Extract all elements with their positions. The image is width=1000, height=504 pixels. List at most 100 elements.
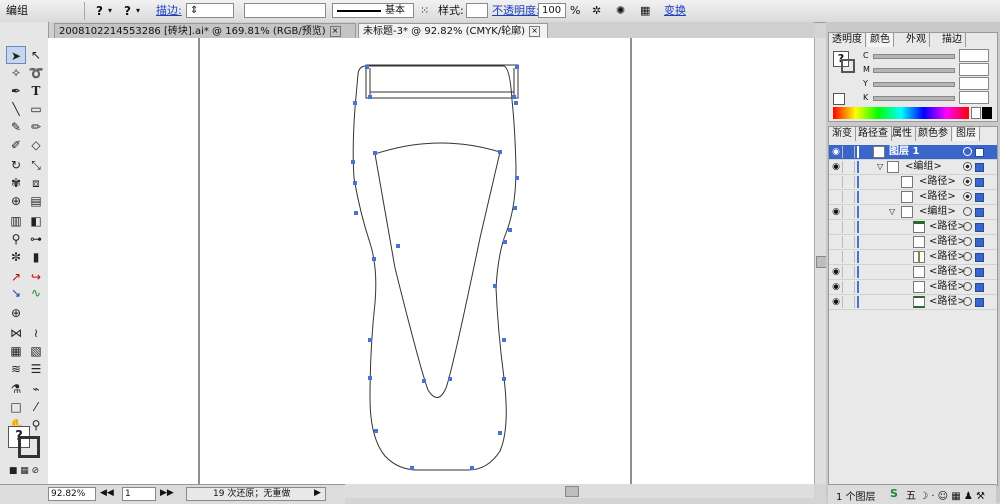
black-slider[interactable]: K (863, 91, 993, 105)
eye-icon[interactable]: ◉ (830, 146, 843, 158)
lock-toggle[interactable] (844, 146, 855, 158)
selection-indicator[interactable] (975, 163, 984, 172)
tab-attributes[interactable]: 属性 (889, 127, 916, 141)
selection-indicator[interactable] (975, 268, 984, 277)
tab-color-guide[interactable]: 颜色参 (915, 127, 952, 141)
color-mode-icons[interactable]: ■ ▦ ⊘ (4, 462, 44, 480)
warp-shape-icon[interactable]: ≀ (26, 324, 46, 342)
lock-toggle[interactable] (844, 191, 855, 203)
eye-icon[interactable]: ◉ (830, 161, 843, 173)
magenta-value-input[interactable] (959, 63, 989, 76)
color-spectrum[interactable] (833, 107, 969, 119)
next-artboard-icon[interactable]: ▶▶ (160, 488, 174, 498)
layer-row-group[interactable]: ◉ ▽ <编组> (829, 160, 997, 175)
close-icon[interactable]: × (329, 25, 341, 37)
lock-toggle[interactable] (844, 266, 855, 278)
layer-row-group[interactable]: ◉ ▽ <编组> (829, 205, 997, 220)
eye-icon[interactable]: ◉ (830, 296, 843, 308)
cyan-value-input[interactable] (959, 49, 989, 62)
expand-triangle-icon[interactable]: ▽ (877, 160, 883, 174)
target-icon[interactable] (963, 147, 972, 156)
lock-toggle[interactable] (844, 221, 855, 233)
tab-appearance[interactable]: 外观 (903, 33, 930, 47)
stroke-link[interactable]: 描边: (156, 3, 182, 19)
lock-toggle[interactable] (844, 206, 855, 218)
target-icon[interactable] (963, 267, 972, 276)
black-value-input[interactable] (959, 91, 989, 104)
tab-gradient[interactable]: 渐变 (829, 127, 856, 141)
cyan-slider[interactable]: C (863, 49, 993, 63)
eye-icon[interactable] (830, 251, 843, 263)
eyedropper-icon[interactable]: ⚲ (6, 230, 26, 248)
eye-icon[interactable] (830, 221, 843, 233)
ime-toolbar-icons[interactable]: 五 ☽ · ☺ ▦ ♟ ⚒ (906, 487, 985, 502)
lasso-icon[interactable]: ➰ (26, 64, 46, 82)
fill-dropdown-icon[interactable]: ▾ (108, 3, 112, 19)
mesh-tool-icon[interactable]: ▦ (6, 342, 26, 360)
tab-stroke[interactable]: 描边 (939, 33, 966, 47)
gear-icon[interactable]: ✺ (616, 3, 625, 19)
selection-indicator[interactable] (975, 283, 984, 292)
target-icon[interactable] (963, 252, 972, 261)
opacity-input[interactable]: 100 (538, 3, 566, 18)
none-swatch-icon[interactable] (833, 93, 845, 105)
scroll-thumb[interactable] (565, 486, 579, 497)
layer-row-path[interactable]: <路径> (829, 175, 997, 190)
transform-link[interactable]: 变换 (664, 3, 686, 19)
eye-icon[interactable]: ◉ (830, 266, 843, 278)
layer-row-path[interactable]: ◉ <路径> (829, 265, 997, 280)
lock-toggle[interactable] (844, 281, 855, 293)
eyedropper-2-icon[interactable]: ⚗ (6, 380, 26, 398)
selection-indicator[interactable] (975, 253, 984, 262)
layer-row-path[interactable]: ◉ <路径> (829, 280, 997, 295)
prev-artboard-icon[interactable]: ◀◀ (100, 488, 114, 498)
magenta-slider[interactable]: M (863, 63, 993, 77)
horizontal-scrollbar[interactable] (345, 484, 814, 498)
close-icon[interactable]: × (529, 25, 541, 37)
stroke-question-icon[interactable]: ? (124, 3, 131, 19)
direct-selection-tool-icon[interactable]: ↖ (26, 46, 46, 64)
target-icon[interactable] (963, 177, 972, 186)
lock-toggle[interactable] (844, 236, 855, 248)
envelope-icon[interactable]: ▧ (26, 342, 46, 360)
tab-pathfinder[interactable]: 路径查 (855, 127, 892, 141)
layer-row-path[interactable]: <路径> (829, 250, 997, 265)
artboard-tool-icon[interactable]: □ (6, 398, 26, 416)
layer-row-path[interactable]: <路径> (829, 235, 997, 250)
type-tool-icon[interactable]: T (26, 82, 46, 100)
width-tool-icon[interactable]: ⋈ (6, 324, 26, 342)
selection-indicator[interactable] (975, 148, 984, 157)
target-icon[interactable] (963, 237, 972, 246)
stroke-weight-input[interactable]: ⇕ (186, 3, 234, 18)
lock-toggle[interactable] (844, 176, 855, 188)
layer-row-path[interactable]: <路径> (829, 220, 997, 235)
pencil-icon[interactable]: ✏ (26, 118, 46, 136)
rotate-tool-icon[interactable]: ↻ (6, 156, 26, 174)
target-icon[interactable] (963, 192, 972, 201)
tab-transparency[interactable]: 透明度 (829, 33, 866, 47)
artboard-number-select[interactable]: 1 (122, 487, 156, 501)
expand-triangle-icon[interactable]: ▽ (889, 205, 895, 219)
layer-row-path[interactable]: ◉ <路径> (829, 295, 997, 310)
list-icon[interactable]: ☰ (26, 360, 46, 378)
eye-icon[interactable] (830, 236, 843, 248)
eye-icon[interactable] (830, 176, 843, 188)
canvas[interactable] (48, 38, 814, 484)
align-icon[interactable]: ▦ (640, 3, 650, 19)
slice-tool-icon[interactable]: ⁄ (26, 398, 46, 416)
shape-builder-icon[interactable]: ⊕ (6, 192, 26, 210)
column-graph-icon[interactable]: ▮ (26, 248, 46, 266)
target-icon[interactable] (963, 222, 972, 231)
target-icon[interactable] (963, 162, 972, 171)
color-stroke-swatch[interactable] (841, 59, 855, 73)
selection-indicator[interactable] (975, 238, 984, 247)
perspective-grid-icon[interactable]: ▥ (6, 212, 26, 230)
smooth-tool-icon[interactable]: ∿ (26, 284, 46, 302)
warp-tool-icon[interactable]: ✾ (6, 174, 26, 192)
recolor-icon[interactable]: ✲ (592, 3, 601, 19)
layer-row-layer-1[interactable]: ◉ 图层 1 (829, 145, 997, 160)
brush-align-icon[interactable]: ⁙ (420, 3, 429, 19)
tab-untitled-3[interactable]: 未标题-3* @ 92.82% (CMYK/轮廓) × (358, 23, 548, 38)
magic-wand-icon[interactable]: ✧ (6, 64, 26, 82)
layer-row-path[interactable]: <路径> (829, 190, 997, 205)
